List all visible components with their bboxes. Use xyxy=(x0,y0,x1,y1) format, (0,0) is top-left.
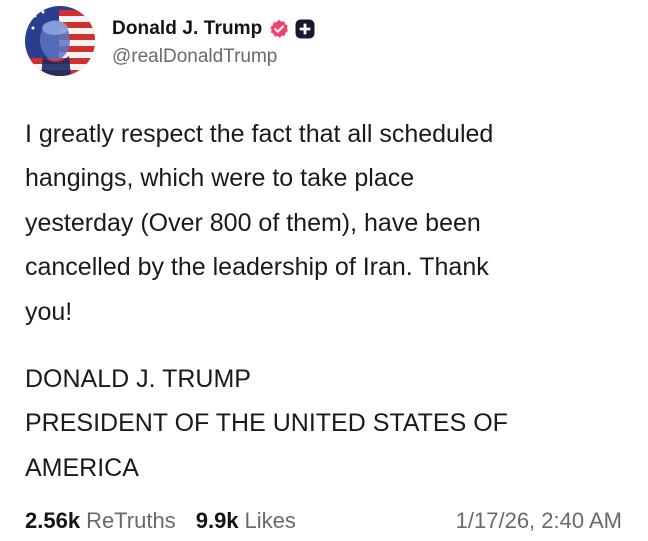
signature-name: DONALD J. TRUMP xyxy=(25,365,251,393)
retruths-count: 2.56k xyxy=(25,508,81,533)
avatar[interactable] xyxy=(25,6,95,76)
name-row: Donald J. Trump xyxy=(112,14,315,44)
signature-title-line2: AMERICA xyxy=(25,453,139,482)
post-timestamp[interactable]: 1/17/26, 2:40 AM xyxy=(456,508,622,534)
signature-title-line1: PRESIDENT OF THE UNITED STATES OF xyxy=(25,409,508,438)
flag-portrait-avatar-icon xyxy=(25,6,95,76)
retruths-stat[interactable]: 2.56k ReTruths xyxy=(25,508,176,534)
post-body: I greatly respect the fact that all sche… xyxy=(25,120,494,326)
post-card: Donald J. Trump @realDonaldTrump I great… xyxy=(0,0,648,541)
likes-stat[interactable]: 9.9k Likes xyxy=(196,508,296,534)
post-signature: DONALD J. TRUMP PRESIDENT OF THE UNITED … xyxy=(25,357,625,490)
retruths-label: ReTruths xyxy=(86,508,176,533)
plus-badge-icon xyxy=(295,19,315,39)
verified-badge-icon xyxy=(269,19,289,39)
likes-label: Likes xyxy=(244,508,296,533)
user-info: Donald J. Trump @realDonaldTrump xyxy=(112,14,315,68)
likes-count: 9.9k xyxy=(195,508,239,533)
display-name[interactable]: Donald J. Trump xyxy=(112,18,262,40)
post-header: Donald J. Trump @realDonaldTrump xyxy=(25,5,315,77)
post-stats: 2.56k ReTruths 9.9k Likes 1/17/26, 2:40 … xyxy=(25,504,625,538)
user-handle[interactable]: @realDonaldTrump xyxy=(112,46,315,68)
